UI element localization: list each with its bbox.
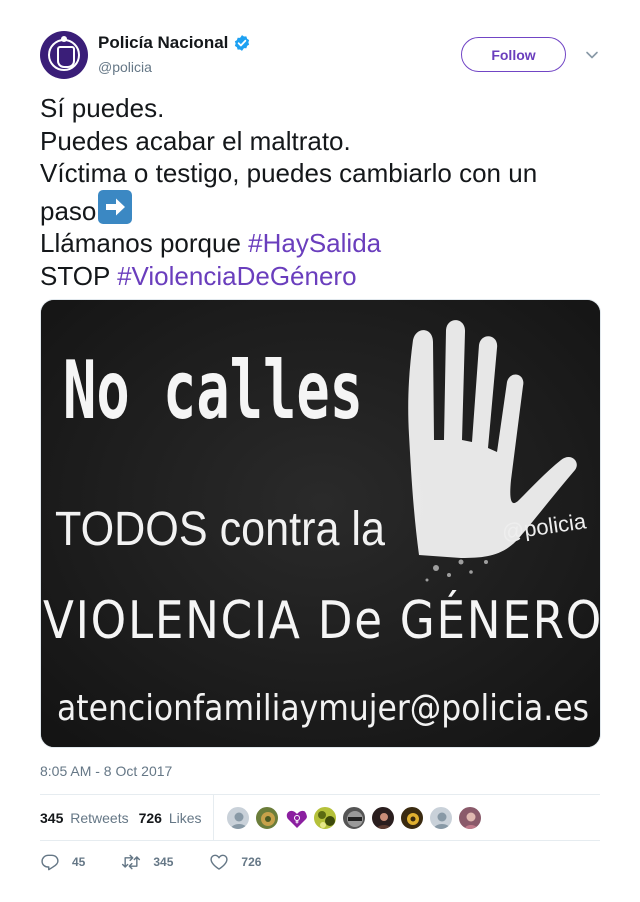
retweets-label: Retweets: [70, 809, 129, 826]
tweet-line-prefix: Llámanos porque: [40, 228, 249, 258]
heart-icon: [210, 854, 229, 870]
tweet-actions: 45 345 726: [40, 850, 600, 874]
right-arrow-emoji-icon: [98, 189, 133, 224]
tweet-stats: 345 Retweets 726 Likes: [40, 795, 600, 840]
tweet-timestamp[interactable]: 8:05 AM - 8 Oct 2017: [40, 763, 172, 779]
avatar[interactable]: [341, 805, 366, 830]
reply-icon: [41, 854, 59, 871]
author-name-row[interactable]: Policía Nacional: [98, 33, 251, 53]
retweet-icon: [122, 854, 141, 870]
avatar[interactable]: [283, 805, 308, 830]
reply-count: 45: [72, 855, 86, 869]
tweet-line-prefix: STOP: [40, 260, 118, 291]
author-name[interactable]: Policía Nacional: [98, 33, 228, 53]
retweet-button[interactable]: 345: [121, 852, 173, 872]
retweets-count: 345: [40, 809, 64, 826]
avatar[interactable]: [312, 805, 337, 830]
follow-button[interactable]: Follow: [461, 37, 566, 72]
tweet-line-with-emoji: paso: [40, 189, 600, 228]
verified-badge-icon: [235, 35, 250, 51]
likes-label: Likes: [168, 809, 202, 826]
like-button[interactable]: 726: [209, 852, 261, 872]
police-crest-icon[interactable]: [40, 31, 88, 79]
retweets-stat[interactable]: 345 Retweets: [40, 810, 129, 826]
tweet-line: Puedes acabar el maltrato.: [40, 125, 351, 156]
divider: [40, 840, 600, 841]
tweet-header: Policía Nacional @policia Follow: [40, 30, 600, 82]
tweet-line: Llámanos porque #HaySalida: [40, 227, 600, 260]
hashtag-link[interactable]: #HaySalida: [248, 228, 381, 258]
media-headline: No calles: [63, 344, 363, 437]
liker-avatars: [225, 805, 487, 830]
retweet-count: 345: [153, 855, 174, 869]
avatar[interactable]: [428, 805, 453, 830]
tweet-media-image[interactable]: No calles TODOS contra la @policia VIOLE…: [40, 299, 601, 748]
tweet-line: Sí puedes.: [40, 93, 165, 123]
tweet-text: Sí puedes. Puedes acabar el maltrato. Ví…: [40, 92, 600, 292]
media-subline: TODOS contra la: [55, 503, 385, 556]
avatar[interactable]: [254, 805, 279, 830]
avatar[interactable]: [399, 805, 424, 830]
divider: [212, 795, 214, 840]
media-campaign: VIOLENCIA De GÉNERO: [43, 590, 601, 651]
tweet-line: STOP #ViolenciaDeGénero: [40, 260, 600, 293]
reply-button[interactable]: 45: [40, 852, 85, 872]
chevron-down-icon[interactable]: [585, 48, 599, 62]
tweet-line: Víctima o testigo, puedes cambiarlo con …: [40, 158, 538, 188]
like-count: 726: [241, 855, 262, 869]
media-email: atencionfamiliaymujer@policia.es: [57, 688, 589, 729]
likes-count: 726: [138, 809, 162, 826]
likes-stat[interactable]: 726 Likes: [139, 810, 202, 826]
avatar[interactable]: [370, 805, 395, 830]
hashtag-link[interactable]: #ViolenciaDeGénero: [117, 261, 356, 291]
author-handle[interactable]: @policia: [98, 59, 152, 75]
avatar[interactable]: [225, 805, 250, 830]
tweet-line: paso: [40, 195, 97, 226]
avatar[interactable]: [457, 805, 482, 830]
